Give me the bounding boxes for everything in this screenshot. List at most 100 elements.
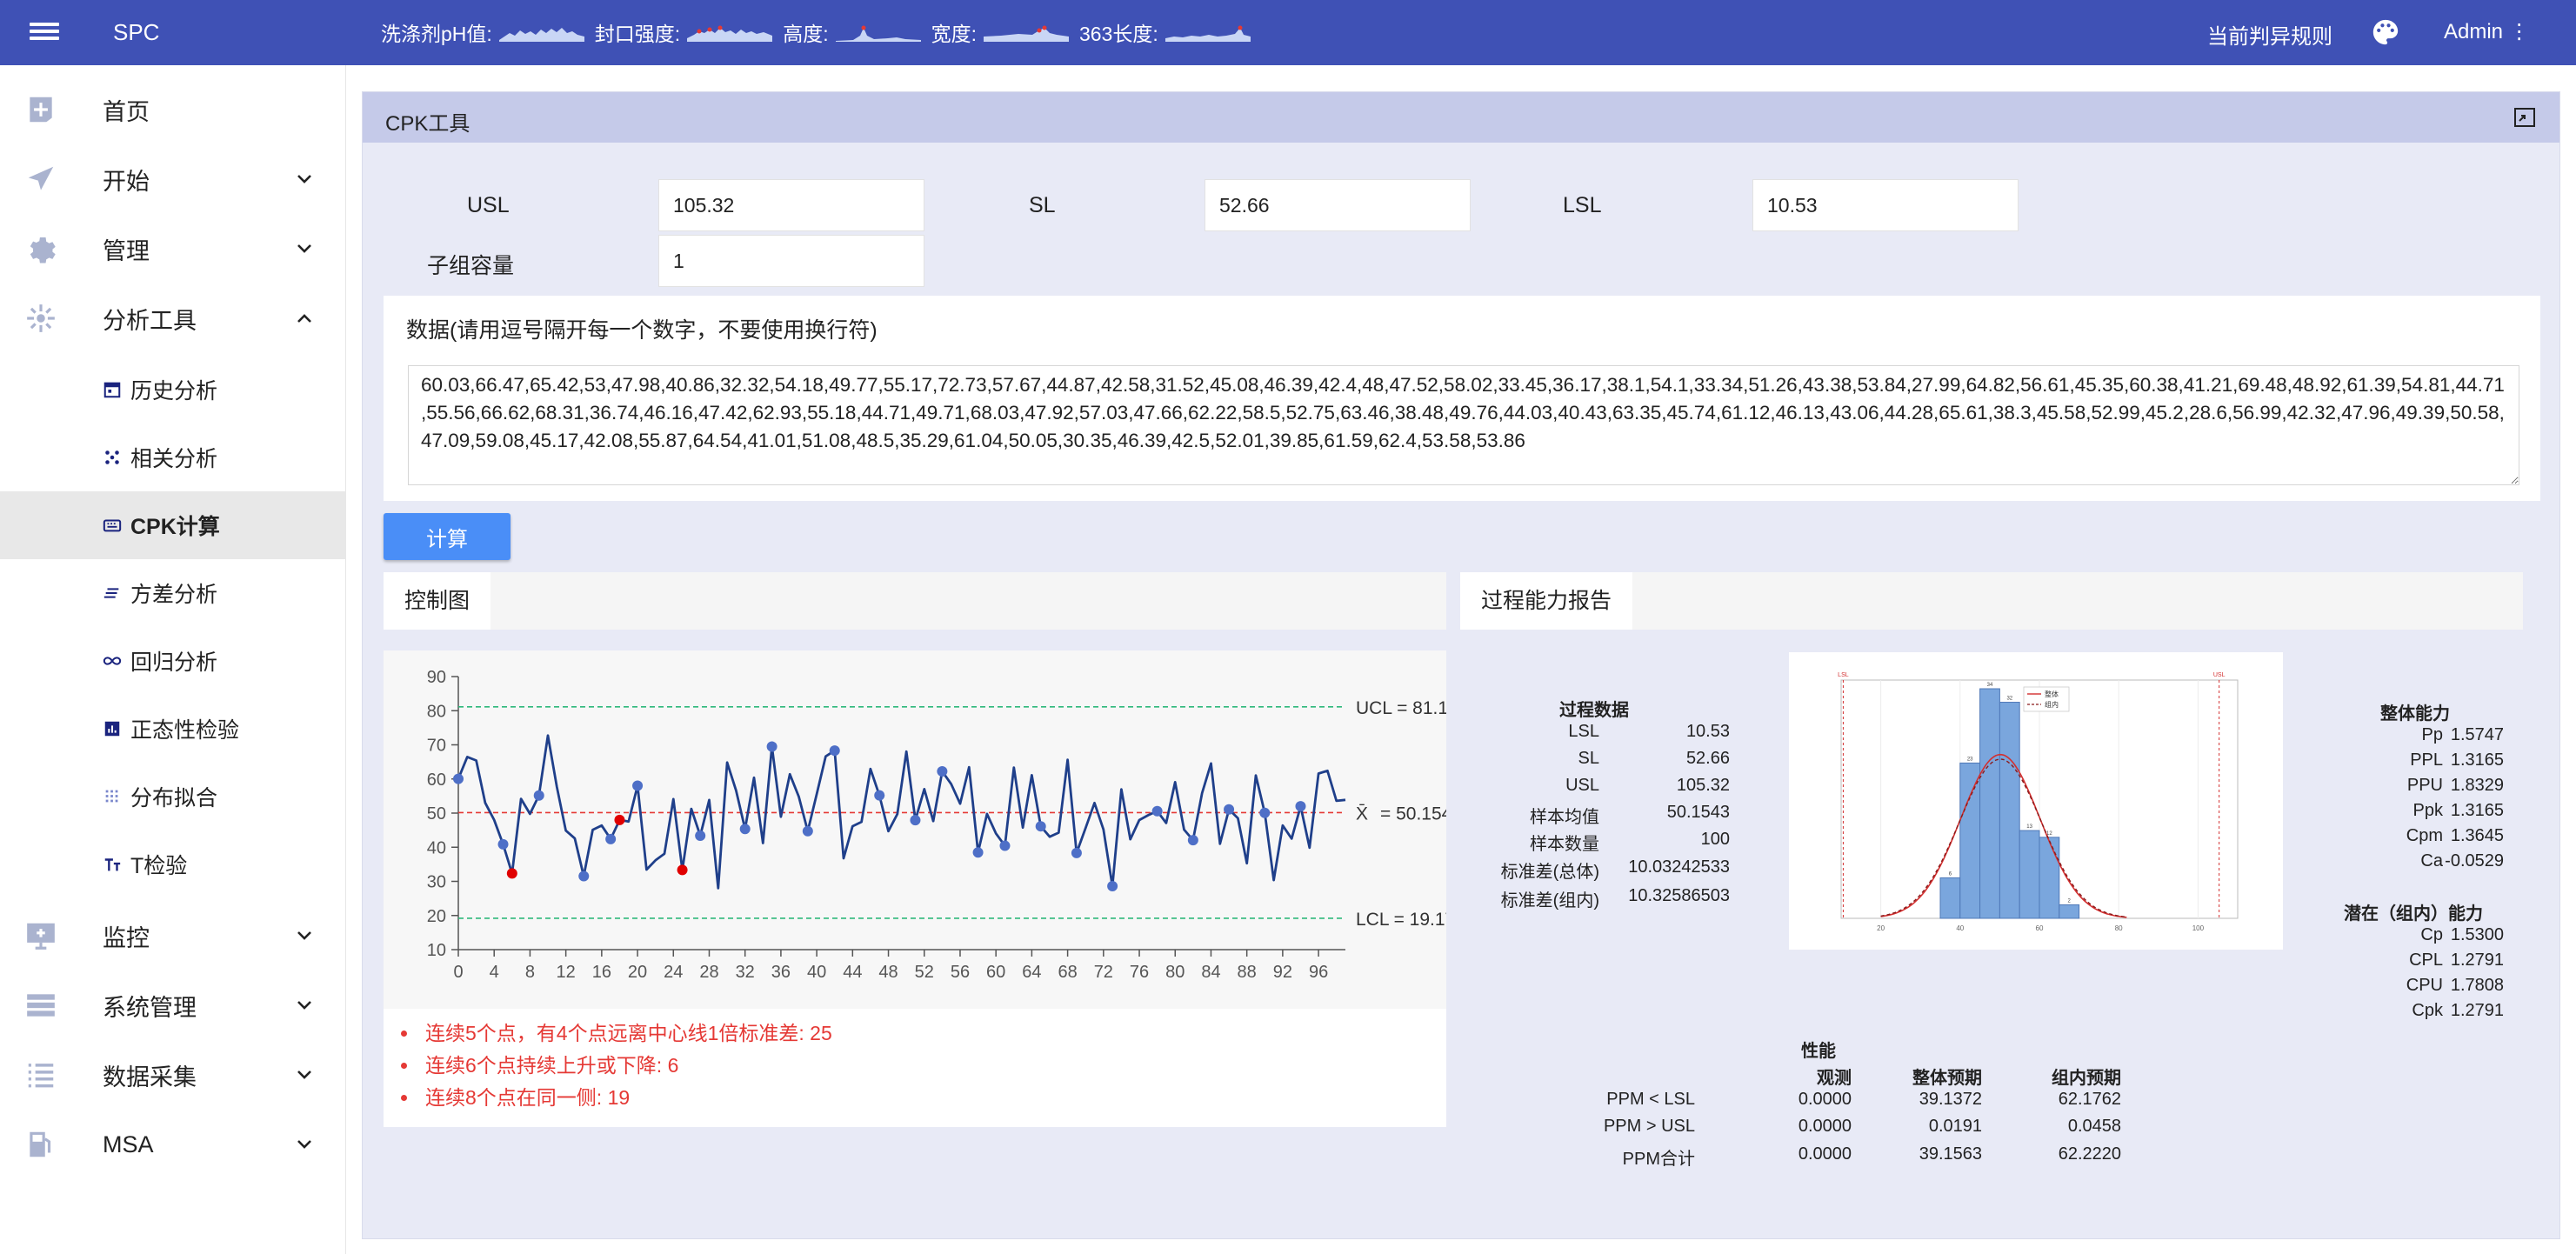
bar-count-label: 32 <box>2006 697 2012 702</box>
overall-label: Cpm <box>2406 826 2443 845</box>
chevron-up-icon <box>297 314 311 323</box>
main-content: CPK工具 USL SL LSL 子组容量 数据(请用逗号隔开每一个数字，不要使… <box>346 65 2576 1254</box>
sparkline-ph <box>498 28 584 42</box>
lcl-label: LCL = 19.1767 <box>1356 910 1446 930</box>
x-tick-label: 8 <box>525 963 535 982</box>
chevron-down-icon <box>297 931 311 940</box>
overall-value: -0.0529 <box>2445 851 2504 870</box>
metric-ticker: 洗涤剂pH值: 封口强度: 高度: 宽度: 363长度: <box>381 17 1261 47</box>
sl-input[interactable] <box>1205 179 1471 231</box>
within-value: 1.2791 <box>2450 1001 2504 1020</box>
sidebar-subitem-normality[interactable]: 正态性检验 <box>0 695 346 763</box>
sidebar-subitem-history[interactable]: 历史分析 <box>0 356 346 424</box>
sidebar-item-start[interactable]: 开始 <box>0 145 346 213</box>
bar-chart-icon <box>104 721 120 737</box>
ticker-item-ph[interactable]: 洗涤剂pH值: <box>381 17 584 47</box>
lsl-input[interactable] <box>1752 179 2019 231</box>
data-point <box>605 833 617 844</box>
sidebar-item-manage[interactable]: 管理 <box>0 215 346 283</box>
data-point <box>1259 807 1271 818</box>
legend-label: 组内 <box>2045 700 2059 709</box>
sidebar-subitem-regression[interactable]: 回归分析 <box>0 627 346 695</box>
tab-strip: 控制图 <box>384 572 1446 630</box>
perf-header: 观测 <box>1817 1069 1852 1088</box>
x-tick-label: 80 <box>1165 963 1185 982</box>
within-value: 1.7808 <box>2450 976 2504 995</box>
sidebar-subitem-distribution[interactable]: 分布拟合 <box>0 763 346 830</box>
sidebar-item-msa[interactable]: MSA <box>0 1111 346 1178</box>
data-point <box>1187 835 1198 846</box>
palette-icon[interactable] <box>2371 17 2400 47</box>
user-menu[interactable]: Admin ⋮ <box>2444 19 2530 44</box>
capability-report-card: 过程能力报告 过程数据 LSL 10.53 SL 52.66 USL 105.3… <box>1460 572 2523 1200</box>
process-value: 52.66 <box>1685 749 1730 768</box>
overall-value: 1.3645 <box>2450 826 2504 845</box>
control-chart-card: 控制图 90 80 70 60 50 40 30 20 10 0 4 8 12 16 20 24 28 32 36 4… <box>384 572 1478 1200</box>
sidebar-subitem-ttest[interactable]: T检验 <box>0 830 346 898</box>
sidebar-item-data-collection[interactable]: 数据采集 <box>0 1041 346 1109</box>
ticker-item-width[interactable]: 宽度: <box>931 17 1069 47</box>
perf-value: 62.2220 <box>2058 1144 2121 1164</box>
data-point <box>874 790 885 801</box>
alarm-point <box>506 868 517 879</box>
x-tick-label: 12 <box>557 963 576 982</box>
sidebar-item-system[interactable]: 系统管理 <box>0 971 346 1039</box>
sidebar-item-label: 开始 <box>103 168 150 195</box>
overall-value: 1.5747 <box>2450 725 2504 744</box>
x-tick-label: 44 <box>843 963 862 982</box>
sidebar-subitem-correlation[interactable]: 相关分析 <box>0 424 346 491</box>
tab-control-chart[interactable]: 控制图 <box>384 572 491 630</box>
histogram-bar <box>1959 762 1981 919</box>
y-tick-label: 90 <box>427 668 446 687</box>
x-tick-label: 52 <box>915 963 934 982</box>
perf-header: 组内预期 <box>2052 1069 2121 1088</box>
chevron-down-icon <box>297 244 311 253</box>
lsl-marker-label: LSL <box>1838 672 1849 678</box>
tab-capability-report[interactable]: 过程能力报告 <box>1460 572 1633 630</box>
tab-strip: 过程能力报告 <box>1460 572 2523 630</box>
maximize-icon[interactable] <box>2514 108 2535 127</box>
process-label: 样本均值 <box>1530 808 1599 827</box>
histogram-bar <box>2019 830 2040 919</box>
subgroup-size-input[interactable] <box>658 235 924 287</box>
menu-icon[interactable] <box>30 19 59 45</box>
perf-value: 0.0000 <box>1798 1117 1852 1136</box>
y-tick-label: 60 <box>427 770 446 790</box>
sidebar-item-home[interactable]: 首页 <box>0 76 346 143</box>
sparkline-height <box>835 25 921 42</box>
text-icon <box>104 858 121 871</box>
sidebar-subitem-cpk[interactable]: CPK计算 <box>0 491 346 559</box>
data-title: 数据(请用逗号隔开每一个数字，不要使用换行符) <box>406 318 878 343</box>
process-label: LSL <box>1568 722 1599 741</box>
data-point <box>453 773 464 784</box>
sidebar-item-analysis-tools[interactable]: 分析工具 <box>0 284 346 352</box>
y-tick-label: 30 <box>427 873 446 892</box>
send-icon <box>28 166 54 190</box>
usl-marker-label: USL <box>2213 672 2226 678</box>
sidebar-subitem-anova[interactable]: 方差分析 <box>0 559 346 627</box>
y-tick-label: 70 <box>427 737 446 756</box>
within-value: 1.5300 <box>2450 925 2504 944</box>
x-tick-label: 24 <box>664 963 683 982</box>
sidebar-item-label: 分析工具 <box>103 307 197 334</box>
perf-label: PPM合计 <box>1622 1150 1695 1169</box>
current-rules-link[interactable]: 当前判异规则 <box>2207 19 2332 50</box>
x-tick-label: 4 <box>490 963 499 982</box>
sidebar-item-label: 系统管理 <box>103 994 197 1021</box>
ticker-item-height[interactable]: 高度: <box>783 17 921 47</box>
sidebar-subitem-label: 方差分析 <box>130 583 218 607</box>
calculate-button[interactable]: 计算 <box>384 513 511 560</box>
sparkline-width <box>983 25 1069 42</box>
ticker-item-length[interactable]: 363长度: <box>1079 17 1251 47</box>
data-textarea[interactable]: 60.03,66.47,65.42,53,47.98,40.86,32.32,5… <box>408 365 2519 485</box>
x-tick-label: 100 <box>2192 924 2205 932</box>
usl-input[interactable] <box>658 179 924 231</box>
sparkline-length <box>1165 25 1251 42</box>
ticker-item-seal[interactable]: 封口强度: <box>595 17 773 47</box>
sidebar-item-monitor[interactable]: 监控 <box>0 902 346 970</box>
capability-report-body: 过程数据 LSL 10.53 SL 52.66 USL 105.32 样本均值 … <box>1460 630 2523 1200</box>
data-point <box>972 847 984 858</box>
control-chart: 9080706050403020100 4 8 12 16 20 24 28 32 36 40 44 4… <box>427 668 1478 982</box>
process-value: 10.03242533 <box>1628 857 1730 877</box>
plus-square-icon <box>30 97 52 123</box>
